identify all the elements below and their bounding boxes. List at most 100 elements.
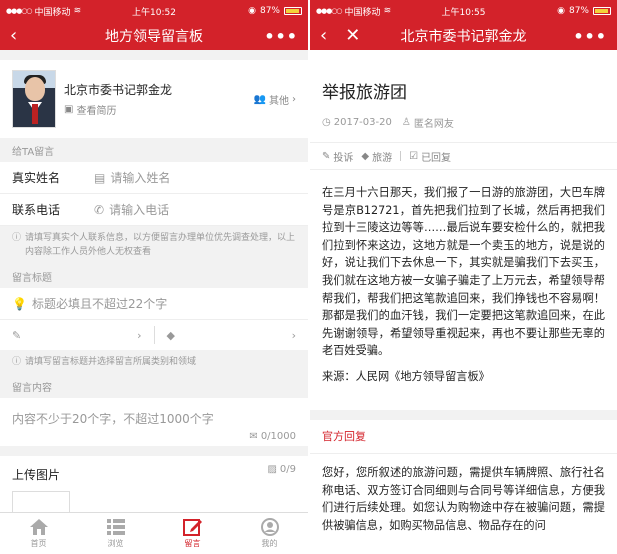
home-icon [29,519,48,535]
article-meta: ◷ 2017-03-20 ♙ 匿名网友 [322,115,605,130]
domain-select[interactable]: ◆ › [167,329,297,342]
signal-icon: ●●●○○ [316,7,343,15]
tag-icon: ◆ [361,150,370,162]
right-phone-screen: ●●●○○ 中国移动 ≋ 上午10:55 ◉ 87% ‹ ✕ 北京市委书记郭金龙… [310,0,617,554]
tab-message[interactable]: 留言 [154,513,231,554]
phone-label: 联系电话 [12,203,61,217]
other-leaders-button[interactable]: 👥 其他 › [254,92,296,107]
phone-input[interactable]: ✆ 请输入电话 [94,201,169,218]
tab-mine-label: 我的 [261,539,278,548]
message-detail: 举报旅游团 ◷ 2017-03-20 ♙ 匿名网友 ✎ 投诉 ◆ 旅游 ☑ 已回… [310,78,617,534]
leader-profile[interactable]: 北京市委书记郭金龙 ▣ 查看简历 👥 其他 › [0,60,308,138]
content-counter-value: 0/1000 [260,431,296,442]
tab-bar: 首页 浏览 留言 我的 [0,512,308,554]
upload-counter-value: 0/9 [279,464,296,475]
info-icon: ⓘ [12,357,22,367]
battery-percent: 87% [259,6,280,16]
pin-icon: ✎ [12,328,22,342]
section-gap [310,409,617,420]
back-icon[interactable]: ‹ [10,27,17,45]
view-resume-label: 查看简历 [76,106,117,117]
back-icon[interactable]: ‹ [320,27,327,45]
chevron-right-icon: › [291,328,296,342]
content-textarea[interactable]: 内容不少于20个字，不超过1000个字 ✉ 0/1000 [0,398,308,446]
tab-home[interactable]: 首页 [0,513,77,554]
title-field-row[interactable]: 💡 标题必填且不超过22个字 [0,288,308,320]
nav-bar: ‹ 地方领导留言板 ••• [0,22,308,50]
avatar [12,70,56,128]
official-reply-text: 您好，您所叙述的旅游问题，需提供车辆牌照、旅行社名称电话、双方签订合同细则与合同… [322,465,605,532]
section-title: 留言标题 [12,272,52,284]
battery-icon [284,7,302,15]
more-icon[interactable]: ••• [264,27,298,46]
phone-placeholder: 请输入电话 [109,203,170,217]
name-placeholder: 请输入姓名 [110,171,171,185]
status-tag-label: 已回复 [421,152,452,164]
tab-mine[interactable]: 我的 [231,513,308,554]
profile-info: 北京市委书记郭金龙 ▣ 查看简历 [64,81,172,117]
official-reply-label: 官方回复 [310,420,617,454]
tag-icon: ◆ [166,328,175,342]
section-leave-message: 给TA留言 [12,146,55,158]
person-icon: ♙ [401,117,411,128]
privacy-note-text: 请填写真实个人联系信息，以方便留言办理单位优先调查处理，以上内容除工作人员外他人… [25,233,296,257]
name-input[interactable]: ▤ 请输入姓名 [94,169,170,186]
article-date: 2017-03-20 [333,117,392,128]
id-card-icon: ▣ [64,104,74,115]
field-tag: ◆ 旅游 [361,149,392,164]
left-phone-screen: ●●●○○ 中国移动 ≋ 上午10:52 ◉ 87% ‹ 地方领导留言板 •••… [0,0,308,554]
wifi-icon: ≋ [383,6,392,16]
person-card-icon: ▤ [94,170,106,185]
tab-browse-label: 浏览 [107,539,124,548]
list-icon [106,519,125,535]
chevron-right-icon: › [292,93,296,105]
mail-icon: ✉ [249,431,258,442]
chevron-right-icon: › [137,328,142,342]
category-field-row: ✎ › ◆ › [0,320,308,350]
carrier-name: 中国移动 [344,7,381,18]
info-icon: ⓘ [12,233,22,243]
status-bar: ●●●○○ 中国移动 ≋ 上午10:55 ◉ 87% [310,0,617,22]
close-icon[interactable]: ✕ [345,27,360,45]
divider [153,326,155,344]
article-body: 在三月十六日那天，我们报了一日游的旅游团，大巴车牌号是京B12721，首先把我们… [322,186,605,358]
check-square-icon: ☑ [409,150,419,162]
leader-name: 北京市委书记郭金龙 [64,83,173,97]
article-tags: ✎ 投诉 ◆ 旅游 ☑ 已回复 [322,143,605,169]
signal-icon: ●●●○○ [6,7,33,15]
tab-message-label: 留言 [184,539,201,548]
category-select[interactable]: ✎ › [12,329,142,342]
clock-icon: ◷ [322,117,331,128]
other-label: 其他 [269,95,289,107]
article-title: 举报旅游团 [322,83,407,103]
divider [400,151,402,161]
content-counter: ✉ 0/1000 [249,431,296,442]
status-right: ◉ 87% [248,6,302,16]
title-input[interactable]: 💡 标题必填且不超过22个字 [12,295,167,312]
view-resume-link[interactable]: ▣ 查看简历 [64,102,172,117]
image-icon: ▨ [267,464,277,475]
edit-icon [182,519,202,536]
title-placeholder: 标题必填且不超过22个字 [31,297,168,311]
phone-field-row[interactable]: 联系电话 ✆ 请输入电话 [0,194,308,226]
name-field-row[interactable]: 真实姓名 ▤ 请输入姓名 [0,162,308,194]
category-tag: ✎ 投诉 [322,149,353,164]
name-label: 真实姓名 [12,171,61,185]
wifi-icon: ≋ [73,6,82,16]
battery-percent: 87% [568,6,589,16]
battery-icon [593,7,611,15]
lock-rotation-icon: ◉ [248,6,256,16]
carrier-group: ●●●○○ 中国移动 ≋ [316,5,391,18]
article-source: 来源：人民网《地方领导留言板》 [322,369,490,383]
author-meta: ♙ 匿名网友 [402,115,454,130]
divider [310,169,617,170]
upload-counter: ▨ 0/9 [267,464,296,475]
more-icon[interactable]: ••• [573,27,607,46]
status-tag: ☑ 已回复 [409,149,451,164]
field-tag-label: 旅游 [372,152,393,164]
tab-browse[interactable]: 浏览 [77,513,154,554]
tab-home-label: 首页 [30,539,47,548]
nav-title: 地方领导留言板 [105,29,203,45]
carrier-name: 中国移动 [34,7,71,18]
content-placeholder: 内容不少于20个字，不超过1000个字 [12,412,214,426]
